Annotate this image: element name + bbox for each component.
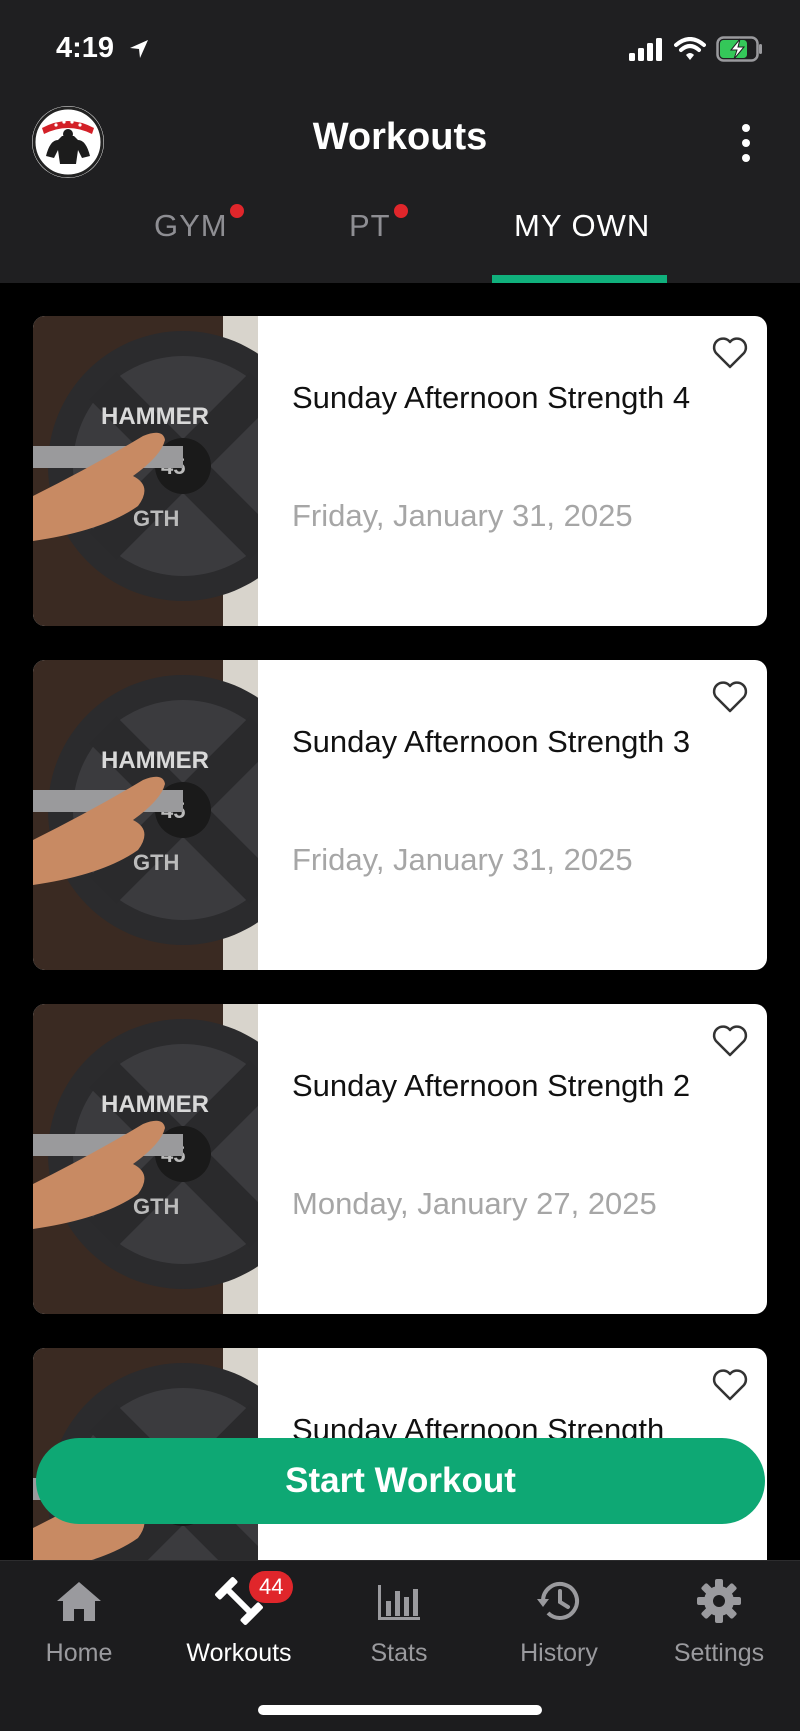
tab-gym-notification-dot [230,204,244,218]
nav-workouts[interactable]: 44 Workouts [169,1571,309,1668]
tab-pt-notification-dot [394,204,408,218]
location-arrow-icon [128,38,150,65]
heart-icon[interactable] [711,680,749,719]
svg-text:GTH: GTH [133,850,179,875]
workout-title: Sunday Afternoon Strength 4 [292,380,691,415]
nav-settings[interactable]: Settings [649,1573,789,1668]
wifi-icon [674,37,706,66]
nav-workouts-label: Workouts [186,1639,292,1667]
tab-my-own-label: MY OWN [514,208,651,243]
workout-date: Friday, January 31, 2025 [292,498,633,533]
signal-icon [628,37,664,66]
svg-text:HAMMER: HAMMER [101,403,209,430]
tab-pt-label: PT [349,208,391,243]
nav-history[interactable]: History [489,1573,629,1668]
nav-home[interactable]: Home [9,1573,149,1668]
workout-title: Sunday Afternoon Strength 3 [292,724,691,759]
nav-home-label: Home [45,1639,113,1667]
workout-thumbnail: HAMMER 45 GTH [33,1004,318,1314]
workout-date: Friday, January 31, 2025 [292,842,633,877]
svg-text:HAMMER: HAMMER [101,1091,209,1118]
svg-text:GTH: GTH [133,506,179,531]
svg-text:HAMMER: HAMMER [101,747,209,774]
workouts-count-badge: 44 [249,1571,294,1603]
active-tab-indicator [492,275,667,283]
status-icons [628,36,764,67]
page-title: Workouts [312,116,488,158]
workout-title: Sunday Afternoon Strength 2 [292,1068,691,1103]
status-time: 4:19 [56,32,115,64]
nav-settings-label: Settings [673,1639,765,1667]
home-icon [9,1573,149,1629]
workout-thumbnail: HAMMER 45 GTH [33,660,318,970]
heart-icon[interactable] [711,336,749,375]
nav-stats-label: Stats [370,1639,428,1667]
nav-history-label: History [520,1639,598,1667]
start-workout-button[interactable]: Start Workout [36,1438,765,1524]
workout-card[interactable]: HAMMER 45 GTH Sunday Afternoon Strength … [33,1004,767,1314]
workout-date: Monday, January 27, 2025 [292,1186,657,1221]
workout-card[interactable]: HAMMER 45 GTH Sunday Afternoon Strength … [33,660,767,970]
tab-gym-label: GYM [154,208,228,243]
workout-thumbnail: HAMMER 45 GTH [33,316,318,626]
tab-gym[interactable]: GYM [154,208,228,244]
workout-card[interactable]: HAMMER 45 GTH Sunday Afternoon Strength … [33,316,767,626]
svg-text:GTH: GTH [133,1194,179,1219]
tab-pt[interactable]: PT [349,208,391,244]
heart-icon[interactable] [711,1024,749,1063]
top-bar: 4:19 Workouts GYM PT MY OWN [0,0,800,283]
more-vertical-icon[interactable] [740,124,752,162]
nav-stats[interactable]: Stats [329,1573,469,1668]
home-indicator [258,1705,542,1715]
heart-icon[interactable] [711,1368,749,1407]
bar-chart-icon [329,1573,469,1629]
history-icon [489,1573,629,1629]
gear-icon [649,1573,789,1629]
tab-my-own[interactable]: MY OWN [514,208,650,244]
battery-charging-icon [716,36,764,67]
